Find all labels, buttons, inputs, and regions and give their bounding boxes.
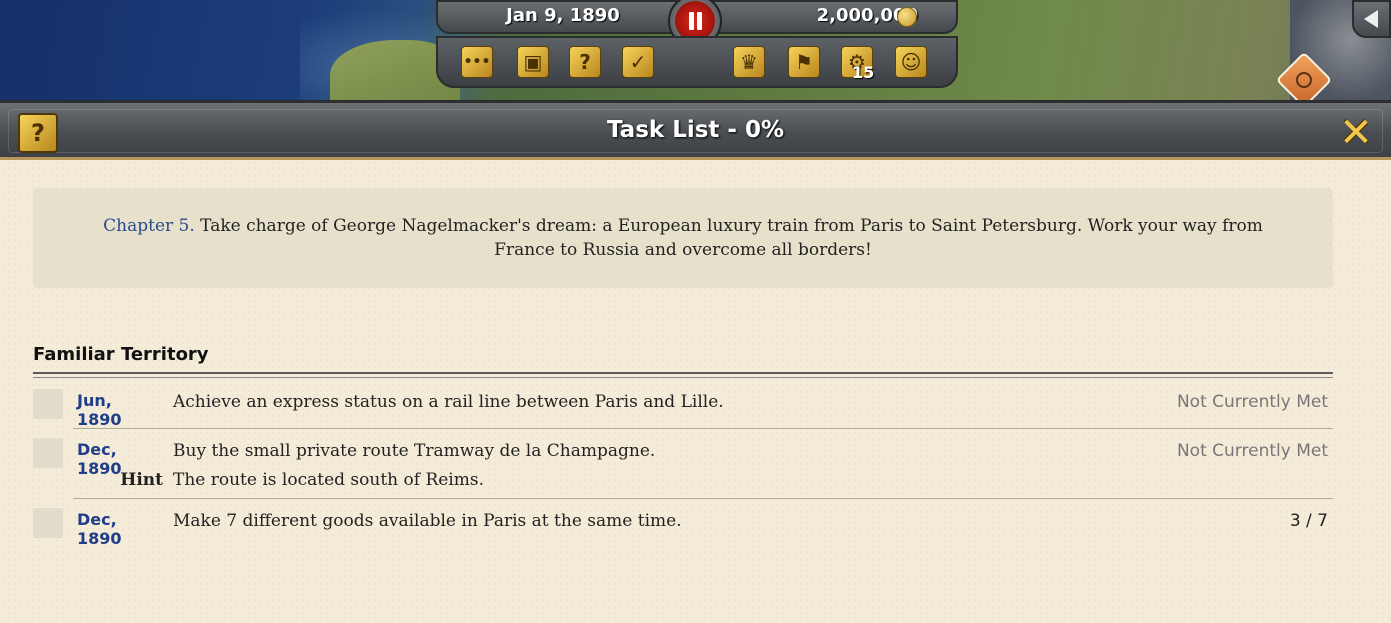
task-status: Not Currently Met [1176,441,1328,461]
hint-label: Hint [120,470,163,490]
task-divider [73,428,1333,429]
more-options-button[interactable]: ••• [458,43,496,81]
trains-count-badge: 15 [852,63,875,82]
help-button[interactable]: ? [566,43,604,81]
more-options-icon: ••• [461,46,493,78]
help-icon: ? [569,46,601,78]
panel-title: Task List - 0% [606,117,785,143]
hint-text: The route is located south of Reims. [173,470,484,490]
task-status: Not Currently Met [1176,392,1328,412]
task-deadline: Jun, 1890 [77,391,122,429]
chapter-label: Chapter 5. [103,216,195,236]
task-row[interactable]: Dec, 1890 Buy the small private route Tr… [33,438,1333,496]
people-icon: ☺ [895,46,927,78]
task-checkbox [33,438,63,468]
task-row[interactable]: Dec, 1890 Make 7 different goods availab… [33,508,1333,548]
help-icon: ? [31,119,45,147]
task-description: Make 7 different goods available in Pari… [173,511,682,531]
panel-help-button[interactable]: ? [18,113,58,153]
industry-button[interactable]: ⚑ [785,43,823,81]
game-date: Jan 9, 1890 [506,5,620,26]
task-divider [73,498,1333,499]
factory-stars-icon: ⚑ [788,46,820,78]
task-progress: 3 / 7 [1289,511,1328,531]
panel-titlebar: Task List - 0% ? ✕ [0,100,1391,160]
task-row[interactable]: Jun, 1890 Achieve an express status on a… [33,389,1333,429]
people-button[interactable]: ☺ [892,43,930,81]
close-icon: ✕ [1339,110,1373,156]
top-hud: Jan 9, 1890 2,000,000 ••• ▣ ? ✓ ♛ ⚑ ⚙ 15… [436,0,958,88]
section-divider [33,372,1333,378]
task-deadline: Dec, 1890 [77,510,122,548]
trains-button[interactable]: ⚙ 15 [838,43,876,82]
task-check-icon: ✓ [622,46,654,78]
company-button[interactable]: ♛ [730,43,768,81]
chapter-intro-text: Chapter 5. Take charge of George Nagelma… [83,214,1283,262]
task-description: Buy the small private route Tramway de l… [173,441,656,461]
coin-icon [897,7,917,27]
task-list-button[interactable]: ✓ [619,43,657,81]
task-checkbox [33,389,63,419]
top-hat-icon: ♛ [733,46,765,78]
task-description: Achieve an express status on a rail line… [173,392,724,412]
monitors-button[interactable]: ▣ [514,43,552,81]
section-title: Familiar Territory [33,344,209,365]
chapter-description: Take charge of George Nagelmacker's drea… [200,216,1263,260]
monitors-icon: ▣ [517,46,549,78]
close-button[interactable]: ✕ [1336,113,1376,153]
collapse-arrow-button[interactable] [1352,0,1391,38]
task-checkbox [33,508,63,538]
chapter-intro-box: Chapter 5. Take charge of George Nagelma… [33,188,1333,288]
